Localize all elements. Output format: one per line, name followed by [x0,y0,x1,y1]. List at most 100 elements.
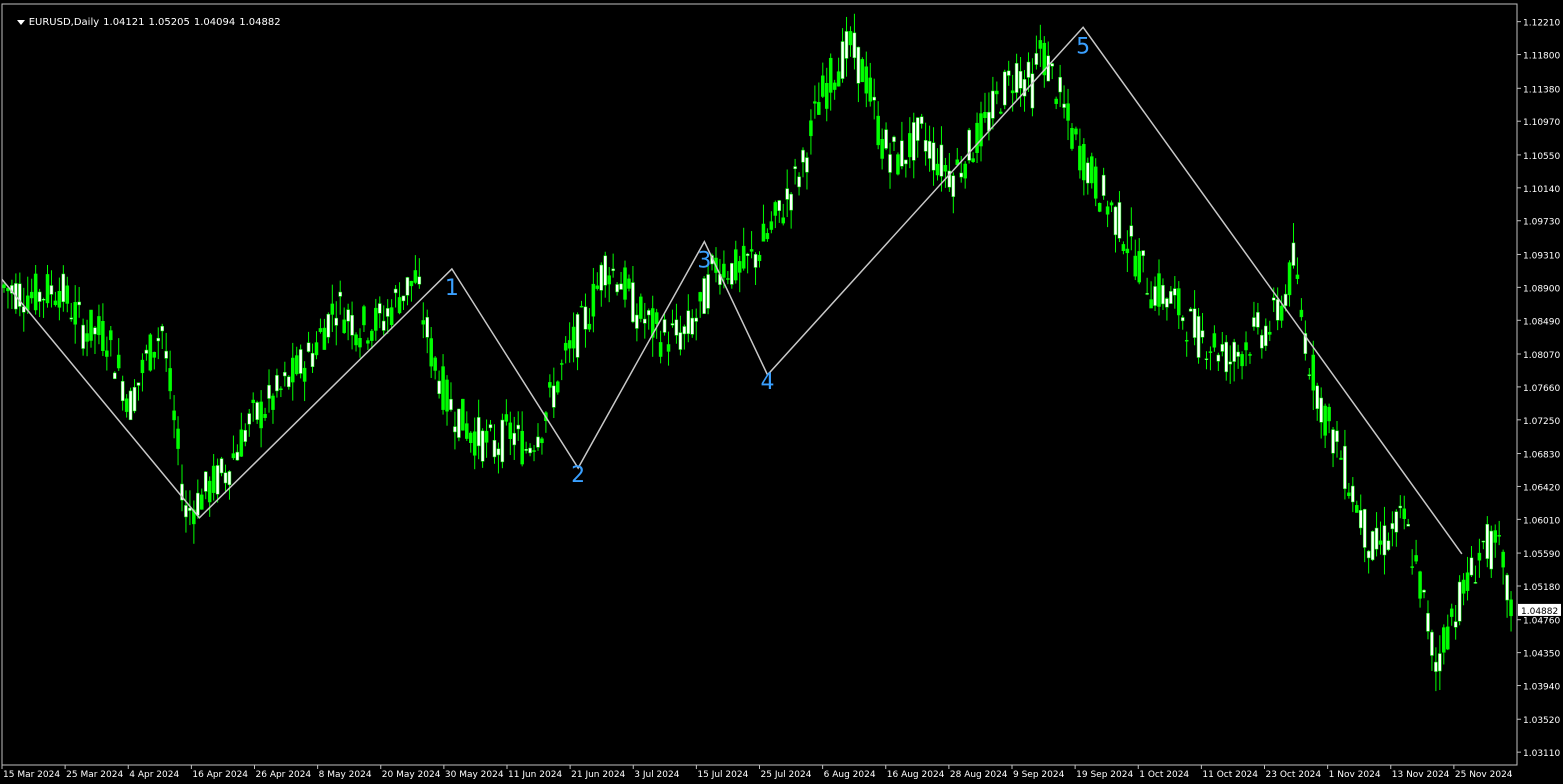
candle-body [45,274,50,304]
candle [1303,320,1308,361]
candle-body [1449,608,1454,617]
candle [1497,520,1501,546]
candle-body [105,350,109,357]
candle [860,57,865,83]
x-tick-label: 23 Oct 2024 [1266,770,1322,780]
wave-label-1: 1 [445,276,459,301]
wave-line [1,26,1463,555]
candle [223,464,228,494]
candle [1275,287,1280,331]
candle [923,122,928,166]
candle [101,303,105,357]
candle-body [1485,523,1490,559]
candle [552,367,556,418]
candle [670,309,675,328]
candle [338,280,342,315]
candle [908,117,912,169]
candle [658,330,663,364]
candle [1256,302,1260,335]
candle-body [504,414,509,422]
candle-body [259,401,263,429]
x-tick-label: 9 Sep 2024 [1013,770,1065,780]
candle [172,395,176,439]
y-tick-label: 1.10550 [1523,152,1560,162]
candle-body [271,395,275,410]
candle-body [1030,73,1035,109]
candle [389,299,394,330]
candle-body [912,122,916,161]
candle [10,279,14,309]
candle [1129,207,1134,251]
candle-body [425,317,429,338]
candle-body [378,303,382,314]
candle [1386,532,1391,552]
candle-body [263,414,267,418]
candle [441,354,445,415]
candle [302,361,307,402]
candle-body [939,144,944,177]
candle-body [219,458,224,474]
candle [1105,200,1110,228]
candle [53,291,58,307]
candle-body [1410,566,1414,568]
candle [49,270,54,308]
candle [1244,331,1248,367]
candlestick-chart[interactable]: 1 2 3 4 5 1.12210 1.11800 1.11380 1.10970 1.1055… [0,0,1563,784]
candle-body [61,273,66,303]
candle-body [904,159,908,165]
candle [1228,345,1232,384]
candle-body [1216,354,1221,362]
candle [1315,382,1319,421]
candle [1394,509,1399,547]
high-value: 1.05205 [148,17,190,28]
candle-body [413,270,418,283]
candle-body [619,283,623,290]
candle-body [338,291,342,297]
candle-body [1117,202,1122,239]
candle [409,280,414,302]
candle [433,356,437,380]
candle [587,308,592,332]
candle [128,387,133,421]
candle-body [813,101,817,104]
candle [1390,511,1395,547]
candle-body [999,111,1003,114]
candle-body [1034,53,1039,65]
candle-body [1240,354,1244,367]
candle-body [1058,77,1062,93]
candle [449,382,453,412]
candle [1070,123,1074,151]
candle-body [773,202,778,216]
candle-body [385,308,390,317]
candle-body [1097,202,1102,212]
y-tick-label: 1.06830 [1523,451,1560,461]
candle-body [1481,540,1486,543]
candle-body [690,317,695,335]
candle [57,277,62,321]
candle [1200,312,1205,344]
candle-body [1188,308,1193,312]
candle [393,285,398,308]
candle-body [737,261,742,273]
candle [1018,56,1023,107]
candle-body [1319,397,1323,423]
candle [445,375,449,426]
candle-body [987,111,991,132]
candle-body [1268,331,1272,335]
candle [571,312,576,363]
candle [1295,257,1300,285]
candle-body [1430,631,1434,656]
candle [927,125,932,172]
candle [824,67,829,122]
candle-body [124,398,129,412]
candle [413,255,418,285]
dropdown-triangle-icon[interactable] [16,19,25,25]
candle [1180,315,1185,330]
y-tick-label: 1.04760 [1523,617,1560,627]
candle [381,305,386,336]
candle-body [89,309,93,341]
open-value: 1.04121 [103,17,145,28]
candle [45,264,50,308]
candle [231,435,236,460]
chart-window[interactable]: 1 2 3 4 5 1.12210 1.11800 1.11380 1.10970 1.1055… [0,0,1563,784]
